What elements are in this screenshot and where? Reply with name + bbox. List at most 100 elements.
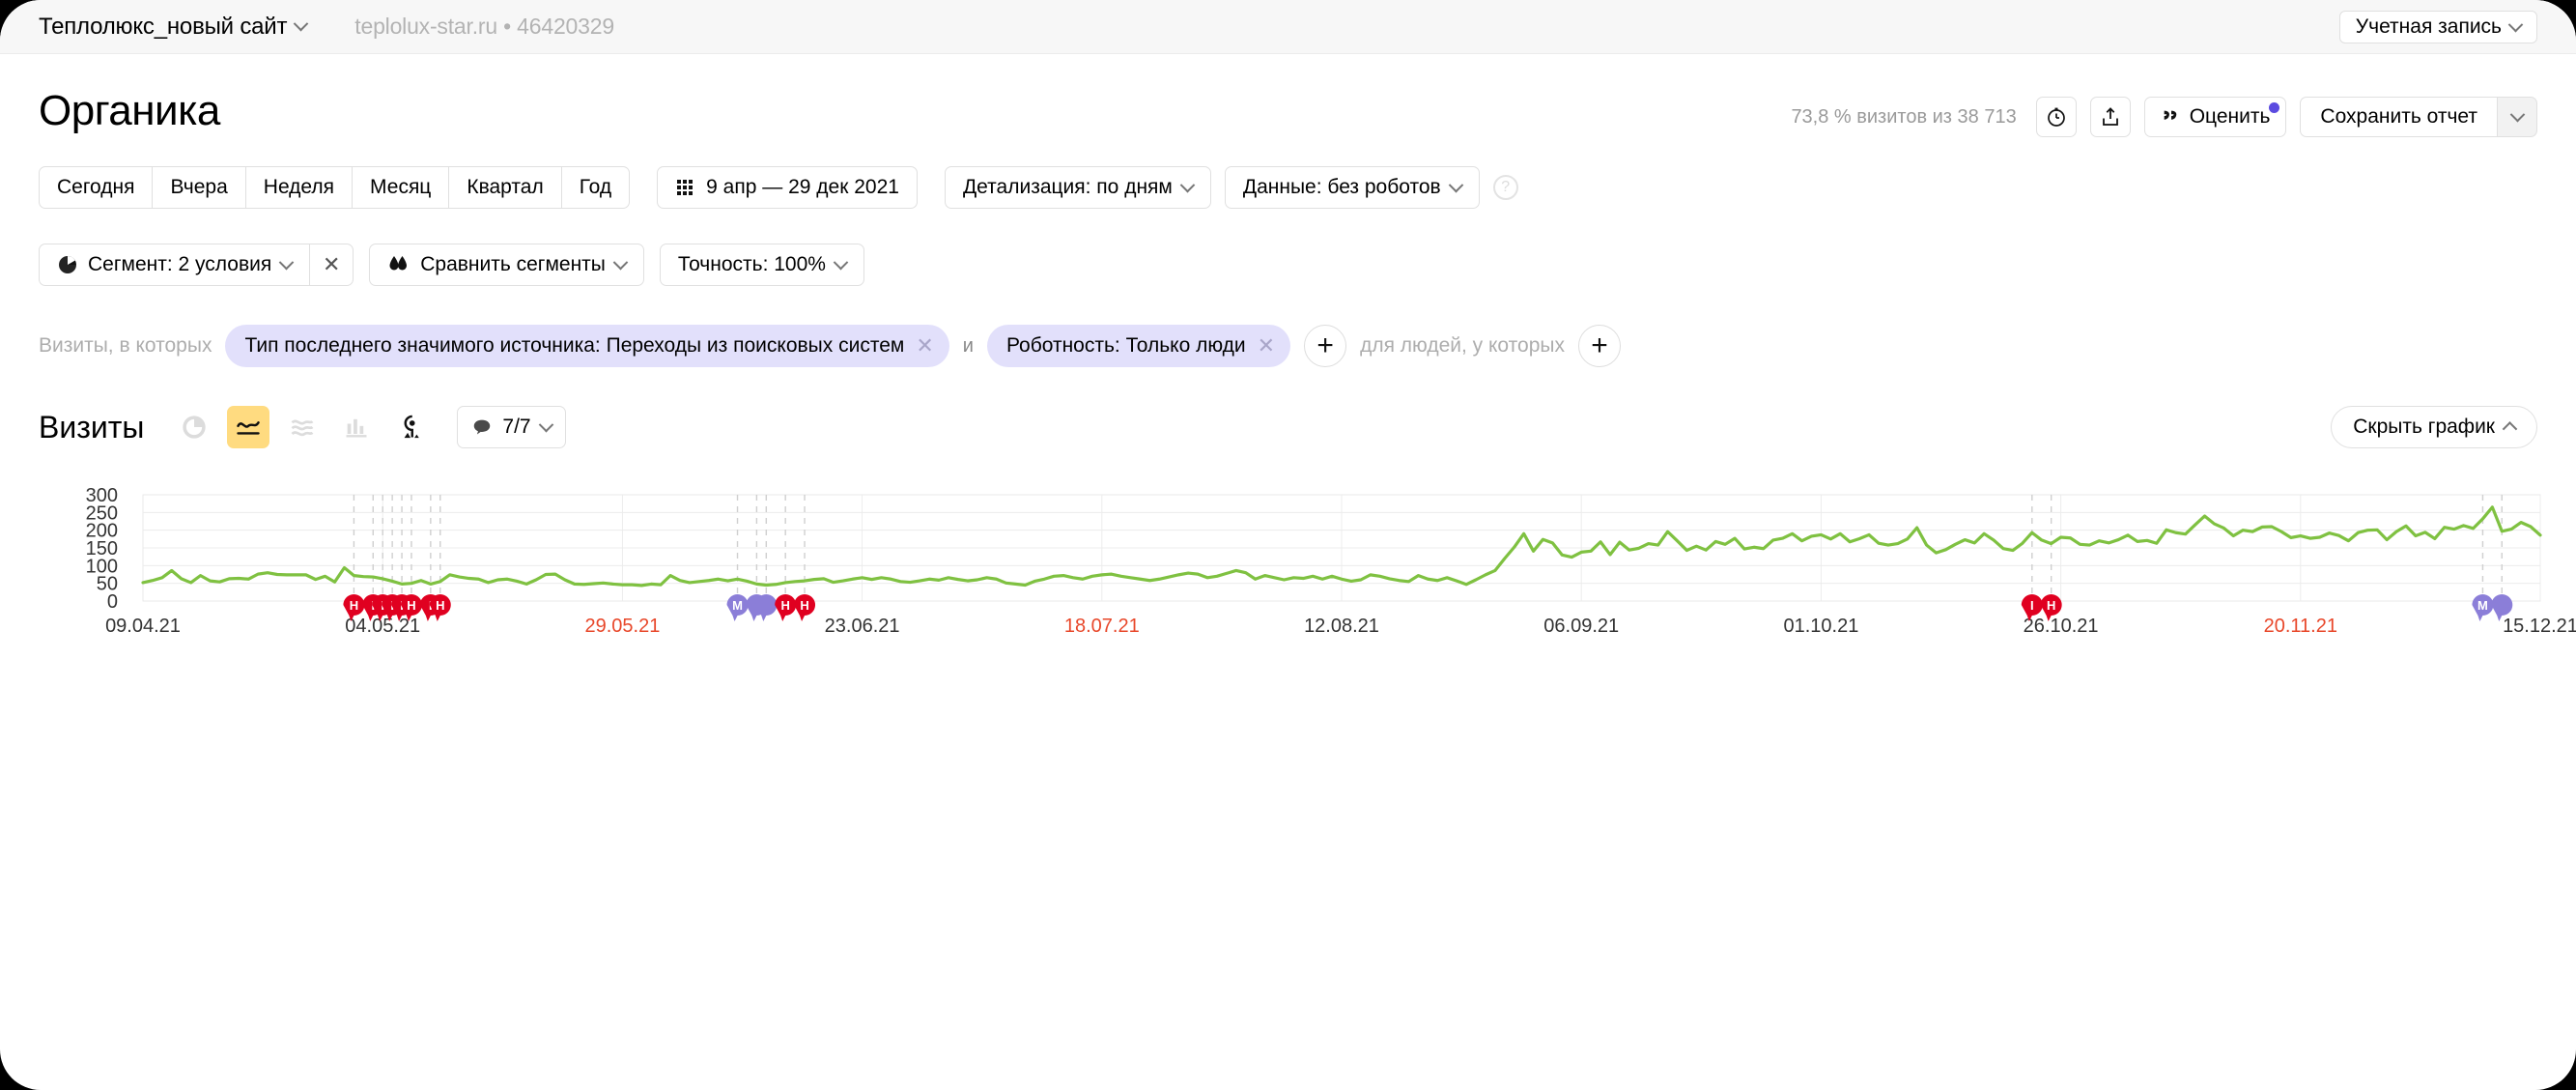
segment-clear-button[interactable]: ✕	[309, 244, 354, 286]
page-header: Органика	[39, 87, 220, 135]
chevron-down-icon	[278, 254, 295, 270]
event-marker[interactable]: M	[2472, 594, 2494, 621]
compare-drops-icon	[389, 256, 408, 271]
event-marker[interactable]	[755, 594, 778, 621]
compare-segments-dropdown[interactable]: Сравнить сегменты	[369, 244, 644, 286]
comments-dropdown[interactable]: 7/7	[457, 406, 566, 448]
segment-label: Сегмент: 2 условия	[88, 253, 272, 275]
date-range-label: 9 апр — 29 дек 2021	[706, 176, 899, 198]
app-window: Теплолюкс_новый сайт teplolux-star.ru • …	[0, 0, 2576, 1090]
segment-dropdown[interactable]: Сегмент: 2 условия	[39, 244, 310, 286]
period-yesterday[interactable]: Вчера	[153, 166, 246, 209]
bar-chart-icon	[346, 418, 367, 438]
period-toolbar: Сегодня Вчера Неделя Месяц Квартал Год 9…	[39, 166, 1518, 209]
event-marker[interactable]: M	[726, 594, 749, 621]
site-selector[interactable]: Теплолюкс_новый сайт	[39, 13, 309, 41]
marker-label: H	[780, 598, 789, 613]
x-axis-tick: 20.11.21	[2264, 616, 2337, 637]
hide-chart-button[interactable]: Скрыть график	[2331, 406, 2537, 448]
marker-label: H	[800, 598, 808, 613]
save-report-label: Сохранить отчет	[2320, 105, 2477, 128]
period-button-group: Сегодня Вчера Неделя Месяц Квартал Год	[39, 166, 631, 209]
account-label: Учетная запись	[2355, 15, 2502, 38]
viz-map-button[interactable]	[389, 406, 432, 448]
calendar-icon	[677, 180, 694, 195]
history-button[interactable]	[2035, 97, 2077, 137]
viz-pie-button[interactable]	[173, 406, 215, 448]
chevron-up-icon	[2502, 420, 2518, 437]
visits-line-chart-svg[interactable]: 05010015020025030009.04.21 04.05.21 29.05.…	[0, 483, 2576, 1063]
save-report-group: Сохранить отчет	[2300, 97, 2537, 137]
close-icon[interactable]: ✕	[916, 335, 933, 357]
site-name-label: Теплолюкс_новый сайт	[39, 13, 288, 40]
account-button[interactable]: Учетная запись	[2338, 11, 2537, 43]
save-report-dropdown[interactable]	[2497, 97, 2537, 137]
date-range-picker[interactable]: 9 апр — 29 дек 2021	[657, 166, 918, 209]
filter-chip-source[interactable]: Тип последнего значимого источника: Пере…	[225, 325, 949, 367]
marker-label: I	[2030, 598, 2034, 613]
add-people-filter-button[interactable]: +	[1577, 325, 1621, 367]
marker-label: H	[2047, 598, 2055, 613]
close-icon[interactable]: ✕	[1258, 335, 1275, 357]
detail-level-dropdown[interactable]: Детализация: по дням	[944, 166, 1211, 209]
holiday-marker[interactable]: H	[775, 594, 797, 621]
top-bar: Теплолюкс_новый сайт teplolux-star.ru • …	[0, 0, 2576, 54]
export-button[interactable]	[2089, 97, 2131, 137]
chevron-down-icon	[1448, 177, 1463, 192]
line-chart-icon	[237, 421, 261, 435]
chevron-down-icon	[538, 416, 553, 432]
marker-label: M	[732, 598, 743, 613]
chevron-down-icon	[2507, 16, 2524, 32]
filter-chip-robotness[interactable]: Роботность: Только люди ✕	[986, 325, 1291, 367]
period-quarter[interactable]: Квартал	[449, 166, 562, 209]
page-title: Органика	[39, 87, 220, 134]
filter-conjunction: и	[962, 334, 974, 357]
x-axis-tick: 06.09.21	[1543, 616, 1619, 637]
chevron-down-icon	[612, 254, 629, 270]
detail-level-label: Детализация: по дням	[962, 176, 1173, 198]
x-axis-tick: 29.05.21	[584, 616, 660, 637]
x-axis-tick: 01.10.21	[1783, 616, 1858, 637]
data-source-dropdown[interactable]: Данные: без роботов	[1224, 166, 1480, 209]
period-month[interactable]: Месяц	[353, 166, 450, 209]
holiday-marker[interactable]: H	[429, 594, 451, 621]
period-today[interactable]: Сегодня	[39, 166, 154, 209]
filter-prefix-label: Визиты, в которых	[39, 334, 212, 357]
quote-icon	[2164, 110, 2177, 120]
viz-line-button[interactable]	[227, 406, 270, 448]
visits-chart[interactable]: 0 50 100 150 200 250 300 09.04.21 04.05.21 29.05.…	[0, 483, 2576, 1063]
period-week[interactable]: Неделя	[245, 166, 354, 209]
segment-toolbar: Сегмент: 2 условия ✕ Сравнить сегменты Т…	[39, 244, 864, 286]
viz-area-button[interactable]	[281, 406, 324, 448]
rate-button[interactable]: Оценить	[2143, 97, 2287, 137]
accuracy-dropdown[interactable]: Точность: 100%	[659, 244, 864, 286]
x-axis-tick: 18.07.21	[1064, 616, 1140, 637]
pie-segment-icon	[59, 256, 76, 273]
holiday-marker[interactable]: H	[794, 594, 816, 621]
metric-title: Визиты	[39, 409, 145, 445]
hide-chart-label: Скрыть график	[2353, 416, 2495, 438]
export-icon	[2102, 107, 2118, 126]
compare-segments-label: Сравнить сегменты	[420, 253, 606, 275]
period-year[interactable]: Год	[561, 166, 631, 209]
help-icon[interactable]: ?	[1492, 175, 1518, 200]
notification-dot	[2269, 102, 2280, 113]
people-prefix-label: для людей, у которых	[1360, 334, 1565, 357]
marker-label: H	[407, 598, 415, 613]
site-meta-label: teplolux-star.ru • 46420329	[354, 14, 614, 39]
viz-bar-button[interactable]	[335, 406, 378, 448]
plus-icon: +	[1316, 330, 1334, 361]
x-axis-tick: 12.08.21	[1304, 616, 1379, 637]
metric-toolbar: Визиты 7/7	[39, 406, 566, 448]
filter-chip-source-label: Тип последнего значимого источника: Пере…	[244, 334, 905, 357]
data-source-label: Данные: без роботов	[1242, 176, 1441, 198]
add-visit-filter-button[interactable]: +	[1304, 325, 1347, 367]
filter-bar: Визиты, в которых Тип последнего значимо…	[39, 325, 1621, 367]
visits-stat-label: 73,8 % визитов из 38 713	[1791, 105, 2017, 128]
save-report-button[interactable]: Сохранить отчет	[2300, 97, 2497, 137]
chevron-down-icon	[1179, 177, 1196, 192]
marker-label: H	[436, 598, 444, 613]
clock-icon	[2047, 107, 2065, 127]
close-icon: ✕	[323, 252, 341, 276]
segment-group: Сегмент: 2 условия ✕	[39, 244, 354, 286]
